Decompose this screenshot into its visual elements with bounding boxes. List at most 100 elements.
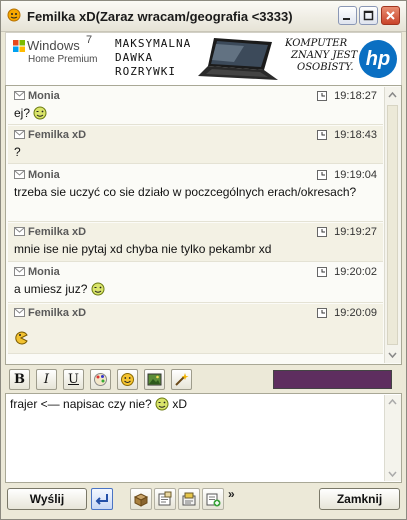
message-icon bbox=[14, 308, 25, 317]
maximize-button[interactable] bbox=[359, 6, 378, 25]
pacman-smiley-icon bbox=[15, 331, 28, 345]
message-sender: Monia bbox=[28, 169, 60, 181]
add-contact-icon bbox=[206, 493, 221, 507]
banner-slogan: MAKSYMALNA DAWKA ROZRYWKI bbox=[115, 37, 191, 79]
message-header: Monia 19:19:04 bbox=[8, 166, 383, 184]
scroll-up-icon[interactable] bbox=[388, 91, 397, 100]
message: Monia 19:19:04 trzeba sie uczyć co sie d… bbox=[8, 166, 383, 222]
message-time: 19:19:27 bbox=[334, 226, 377, 238]
message-header: Femilka xD 19:19:27 bbox=[8, 223, 383, 241]
tagline-line: KOMPUTER bbox=[285, 38, 348, 49]
message: Femilka xD 19:18:43 ? bbox=[8, 126, 383, 164]
message: Femilka xD 19:19:27 mnie ise nie pytaj x… bbox=[8, 223, 383, 262]
message-body: trzeba sie uczyć co sie działo w poczceg… bbox=[8, 184, 383, 203]
image-icon bbox=[147, 373, 162, 386]
history-button[interactable] bbox=[154, 488, 176, 510]
palette-icon bbox=[94, 373, 107, 386]
message-time: 19:19:04 bbox=[334, 169, 377, 181]
gadu-gadu-icon bbox=[7, 8, 21, 22]
color-picker-button[interactable] bbox=[90, 369, 111, 390]
windows-version: 7 bbox=[86, 34, 93, 46]
more-options-button[interactable]: » bbox=[228, 487, 235, 501]
message-header: Femilka xD 19:18:43 bbox=[8, 126, 383, 144]
wink-smiley-icon bbox=[155, 397, 169, 411]
wizard-button[interactable] bbox=[171, 369, 192, 390]
close-window-button[interactable] bbox=[381, 6, 400, 25]
clock-icon bbox=[317, 227, 327, 237]
clock-icon bbox=[317, 130, 327, 140]
message-body: mnie ise nie pytaj xd chyba nie tylko pe… bbox=[8, 241, 383, 260]
message-body: ej? bbox=[8, 105, 383, 124]
magic-wand-icon bbox=[175, 373, 189, 386]
message-header: Monia 19:20:02 bbox=[8, 263, 383, 281]
message-icon bbox=[14, 170, 25, 179]
message-body bbox=[8, 322, 383, 349]
message-icon bbox=[14, 130, 25, 139]
scroll-up-icon[interactable] bbox=[388, 398, 397, 407]
message-sender: Femilka xD bbox=[28, 307, 87, 319]
insert-image-button[interactable] bbox=[144, 369, 165, 390]
slogan-line: ROZRYWKI bbox=[115, 65, 176, 78]
ad-banner[interactable]: Windows 7 Home Premium MAKSYMALNA DAWKA … bbox=[5, 32, 402, 86]
slogan-line: MAKSYMALNA bbox=[115, 37, 192, 50]
bold-button[interactable]: B bbox=[9, 369, 30, 390]
history-icon bbox=[158, 491, 172, 506]
clock-icon bbox=[317, 91, 327, 101]
close-chat-button[interactable]: Zamknij bbox=[319, 488, 400, 510]
message-sender: Monia bbox=[28, 90, 60, 102]
input-text: frajer <— napisac czy nie? bbox=[10, 397, 152, 411]
hp-logo: hp bbox=[359, 40, 397, 78]
minimize-icon bbox=[343, 18, 350, 20]
scroll-down-icon[interactable] bbox=[388, 350, 397, 359]
windows-edition: Home Premium bbox=[28, 54, 98, 65]
windows-logo bbox=[13, 40, 25, 52]
contact-info-button[interactable] bbox=[178, 488, 200, 510]
message-header: Monia 19:18:27 bbox=[8, 87, 383, 105]
add-contact-button[interactable] bbox=[202, 488, 224, 510]
tagline-line: ZNANY JEST bbox=[291, 50, 358, 61]
emoticon-button[interactable] bbox=[117, 369, 138, 390]
minimize-button[interactable] bbox=[338, 6, 357, 25]
send-button[interactable]: Wyślij bbox=[7, 488, 87, 510]
scroll-thumb[interactable] bbox=[387, 105, 398, 345]
title-bar[interactable]: Femilka xD(Zaraz wracam/geografia <3333) bbox=[1, 1, 406, 32]
banner-tagline: KOMPUTER ZNANY JEST OSOBISTY. bbox=[285, 38, 357, 74]
message-sender: Femilka xD bbox=[28, 129, 87, 141]
windows-brand: Windows bbox=[27, 38, 80, 53]
message-time: 19:20:02 bbox=[334, 266, 377, 278]
message-icon bbox=[14, 91, 25, 100]
message-icon bbox=[14, 227, 25, 236]
maximize-icon bbox=[363, 10, 374, 21]
underline-button[interactable]: U bbox=[63, 369, 84, 390]
bottom-bar: Wyślij » Zamknij bbox=[1, 486, 406, 519]
window-title: Femilka xD(Zaraz wracam/geografia <3333) bbox=[27, 9, 293, 24]
send-options-button[interactable] bbox=[91, 488, 113, 510]
close-icon bbox=[386, 11, 395, 20]
laptop-image bbox=[198, 38, 278, 80]
input-scrollbar[interactable] bbox=[384, 395, 401, 481]
package-icon bbox=[133, 493, 149, 507]
message-body: ? bbox=[8, 144, 383, 163]
clock-icon bbox=[317, 267, 327, 277]
clock-icon bbox=[317, 170, 327, 180]
message-input[interactable]: frajer <— napisac czy nie? xD bbox=[5, 393, 402, 483]
chat-history[interactable]: Monia 19:18:27 ej? Femilka xD 19:18:43 ?… bbox=[5, 85, 402, 365]
clock-icon bbox=[317, 308, 327, 318]
message-time: 19:18:43 bbox=[334, 129, 377, 141]
message: Femilka xD 19:20:09 bbox=[8, 304, 383, 354]
contact-card-icon bbox=[182, 492, 196, 506]
italic-button[interactable]: I bbox=[36, 369, 57, 390]
message-text: trzeba sie uczyć co sie działo w poczceg… bbox=[14, 185, 357, 199]
hp-logo-text: hp bbox=[365, 48, 391, 70]
send-file-button[interactable] bbox=[130, 488, 152, 510]
message-header: Femilka xD 19:20:09 bbox=[8, 304, 383, 322]
wink-smiley-icon bbox=[33, 106, 47, 120]
message-time: 19:20:09 bbox=[334, 307, 377, 319]
chat-scrollbar[interactable] bbox=[384, 87, 401, 363]
message-sender: Monia bbox=[28, 266, 60, 278]
enter-arrow-icon bbox=[95, 494, 108, 505]
text-color-swatch[interactable] bbox=[273, 370, 392, 389]
scroll-down-icon[interactable] bbox=[388, 469, 397, 478]
input-text-suffix: xD bbox=[172, 397, 188, 411]
message: Monia 19:18:27 ej? bbox=[8, 87, 383, 125]
